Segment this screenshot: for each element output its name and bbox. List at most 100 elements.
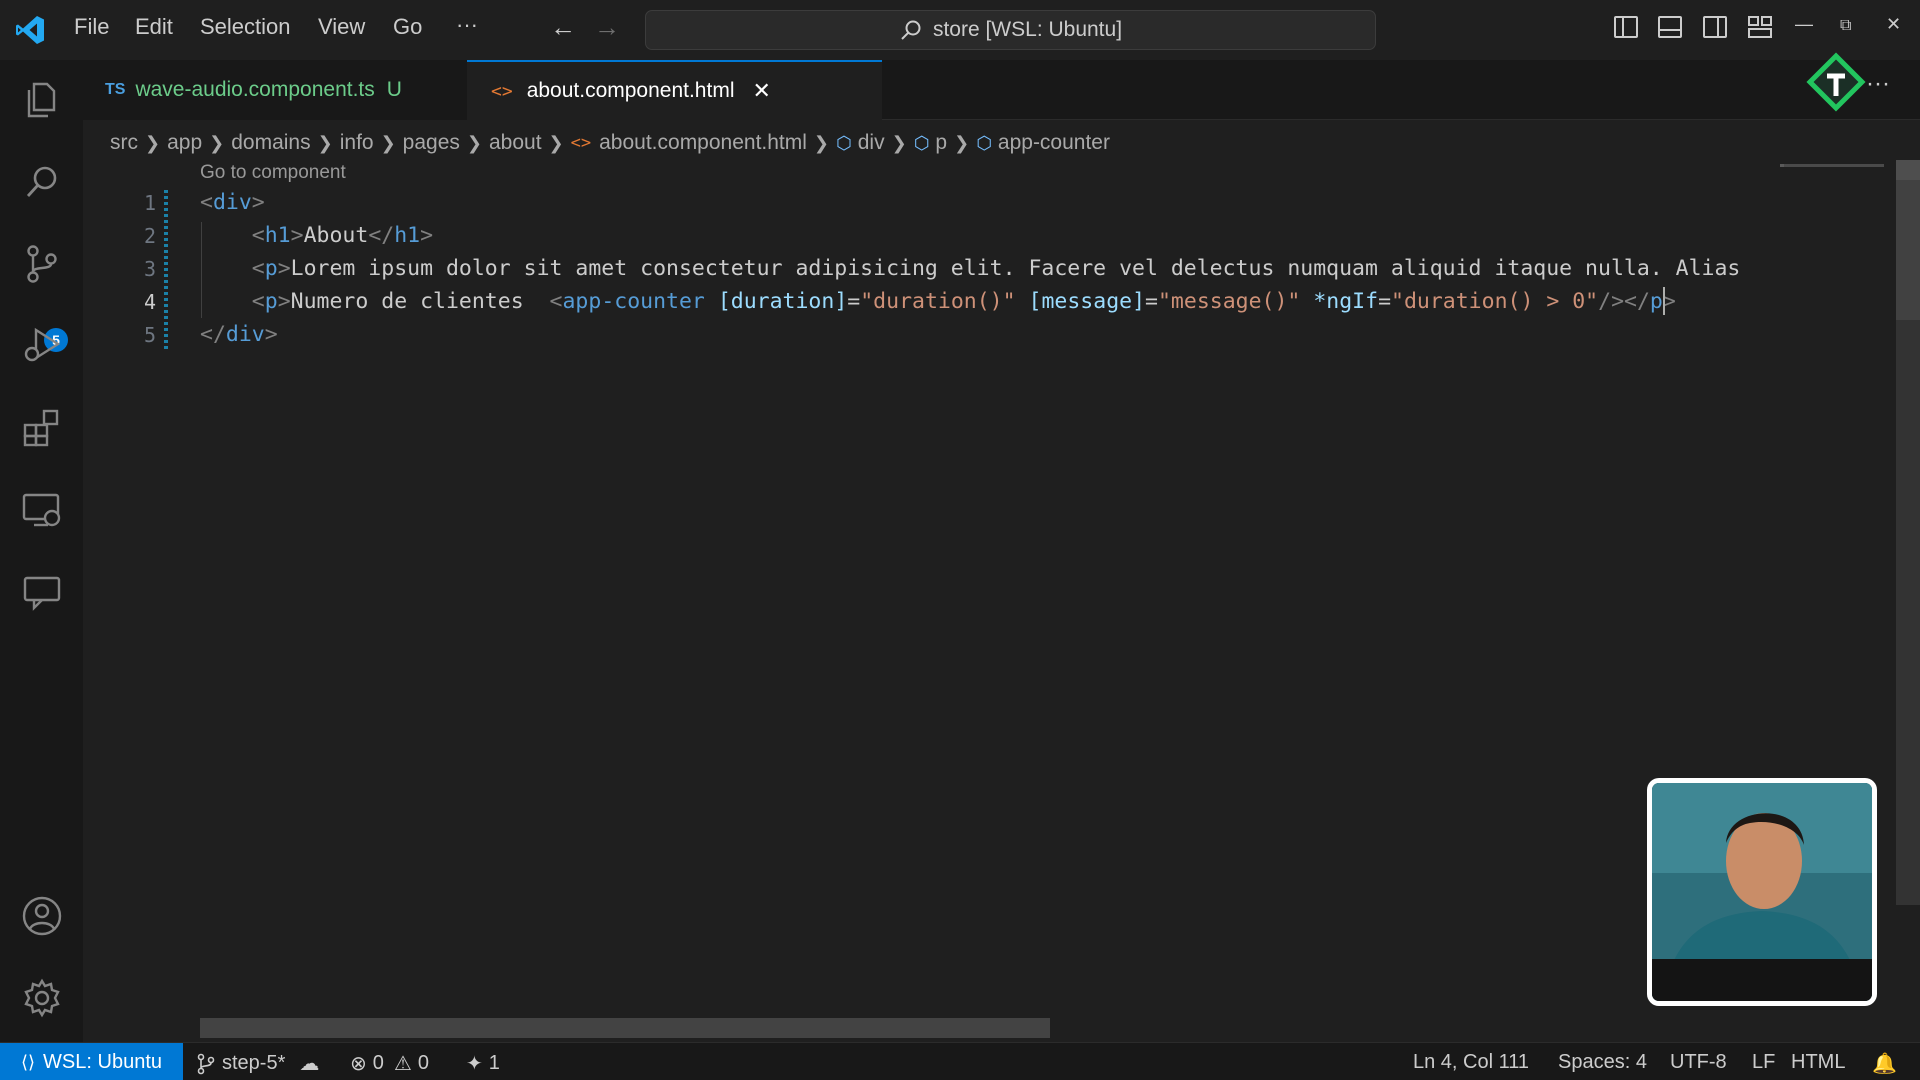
code-token-tag: div [212,190,252,215]
modified-lines-indicator [164,190,168,350]
chevron-right-icon: ❯ [891,132,907,153]
breadcrumb-item[interactable]: about [489,131,542,155]
chevron-right-icon: ❯ [317,132,333,153]
chevron-right-icon: ❯ [145,132,161,153]
explorer-icon[interactable] [20,78,64,122]
account-icon[interactable] [20,894,64,938]
notifications-bell-icon[interactable]: 🔔 [1872,1051,1897,1076]
branch-indicator[interactable]: step-5* ☁ [196,1051,319,1076]
horizontal-scrollbar-thumb[interactable] [200,1018,1050,1038]
tab-about-component[interactable]: <> about.component.html ✕ [467,60,882,120]
remote-label: WSL: Ubuntu [43,1050,162,1073]
code-token-punct: /> [1598,289,1625,314]
customize-layout-icon[interactable] [1748,16,1772,38]
menu-selection[interactable]: Selection [200,14,291,40]
broadcast-icon: ✦ [466,1053,483,1075]
symbol-element-icon: ⬡ [836,132,852,153]
close-window-icon[interactable]: ✕ [1886,14,1901,35]
code-token-str: "duration()" [860,289,1016,314]
code-token-punct: < [549,289,563,314]
problems-indicator[interactable]: ⊗ 0 ⚠ 0 [350,1051,429,1076]
line-number: 1 [143,191,156,215]
menu-go[interactable]: Go [393,14,422,40]
code-token-text: About [303,223,369,248]
symbol-element-icon: ⬡ [976,132,992,153]
code-line-current[interactable]: <p>Numero de clientes <app-counter [dura… [200,289,1676,314]
minimize-window-icon[interactable]: — [1795,14,1813,35]
extensions-icon[interactable] [20,406,64,450]
menu-file[interactable]: File [74,14,109,40]
toggle-primary-sidebar-icon[interactable] [1614,16,1638,38]
html-file-icon: <> [570,133,592,153]
toggle-panel-icon[interactable] [1658,16,1682,38]
tab-wave-audio-component[interactable]: TS wave-audio.component.ts U [83,60,467,120]
more-actions-icon[interactable]: ··· [1866,70,1890,98]
untracked-status: U [386,78,402,101]
remote-explorer-icon[interactable] [20,488,64,532]
remote-indicator[interactable]: ⟨⟩ WSL: Ubuntu [0,1043,183,1080]
code-line[interactable]: </div> [200,322,278,347]
code-token-tag: h1 [394,223,421,248]
sync-cloud-icon[interactable]: ☁ [299,1051,319,1076]
indentation[interactable]: Spaces: 4 [1558,1051,1647,1074]
run-debug-icon[interactable] [20,324,64,368]
code-token-str: "message()" [1157,289,1301,314]
tab-label: wave-audio.component.ts [135,78,375,101]
breadcrumb-item[interactable]: div [858,131,885,155]
toggle-secondary-sidebar-icon[interactable] [1703,16,1727,38]
chevron-right-icon: ❯ [380,132,396,153]
chevron-right-icon: ❯ [548,132,564,153]
breadcrumb-item[interactable]: pages [403,131,460,155]
code-line[interactable]: <div> [200,190,265,215]
error-count: 0 [372,1052,384,1074]
command-center-search[interactable]: store [WSL: Ubuntu] [645,10,1376,50]
extension-logo-icon[interactable] [1806,52,1866,112]
end-of-line[interactable]: LF [1752,1051,1775,1074]
close-tab-icon[interactable]: ✕ [752,78,770,104]
minimap-line [1784,164,1884,167]
editor-tab-bar: TS wave-audio.component.ts U <> about.co… [83,60,1920,120]
chevron-right-icon: ❯ [954,132,970,153]
chevron-right-icon: ❯ [813,132,830,153]
breadcrumb-item[interactable]: p [935,131,947,155]
language-mode[interactable]: HTML [1791,1051,1845,1074]
menu-edit[interactable]: Edit [135,14,173,40]
code-line[interactable]: <h1>About</h1> [200,223,433,248]
breadcrumb-item[interactable]: app [167,131,202,155]
title-bar: File Edit Selection View Go ··· ← → stor… [0,0,1920,60]
source-control-icon[interactable] [20,242,64,286]
command-center-label: store [WSL: Ubuntu] [932,18,1123,41]
breadcrumb-item[interactable]: info [340,131,374,155]
comments-icon[interactable] [20,570,64,614]
code-token-tag: div [225,322,265,347]
settings-gear-icon[interactable] [20,976,64,1020]
breadcrumb-item[interactable]: domains [231,131,310,155]
vertical-scrollbar[interactable] [1896,180,1920,905]
code-token-str: "duration() > 0" [1391,289,1599,314]
code-line[interactable]: <p>Lorem ipsum dolor sit amet consectetu… [200,256,1741,281]
breadcrumb-item[interactable]: app-counter [998,131,1110,155]
code-token-text: Numero de clientes [290,289,550,314]
error-icon: ⊗ [350,1053,367,1075]
cursor-position[interactable]: Ln 4, Col 111 [1413,1051,1529,1074]
breadcrumb-item[interactable]: src [110,131,138,155]
search-icon[interactable] [20,160,64,204]
forward-arrow-icon[interactable]: → [594,12,620,43]
back-arrow-icon[interactable]: ← [550,12,576,43]
code-token-tag: h1 [264,223,291,248]
breadcrumb-item[interactable]: about.component.html [599,131,807,155]
menu-view[interactable]: View [318,14,365,40]
codelens-go-to-component[interactable]: Go to component [200,162,346,184]
restore-window-icon[interactable]: ⧉ [1840,17,1851,35]
search-icon [901,20,921,40]
encoding[interactable]: UTF-8 [1670,1051,1727,1074]
menu-more[interactable]: ··· [456,12,478,38]
code-token-punct: </ [200,322,226,347]
line-number-current: 4 [143,290,156,314]
code-token-attr: *ngIf [1313,289,1379,314]
code-token-attr: [message] [1028,289,1146,314]
code-token-punct: < [251,256,265,281]
ports-indicator[interactable]: ✦ 1 [466,1051,500,1076]
